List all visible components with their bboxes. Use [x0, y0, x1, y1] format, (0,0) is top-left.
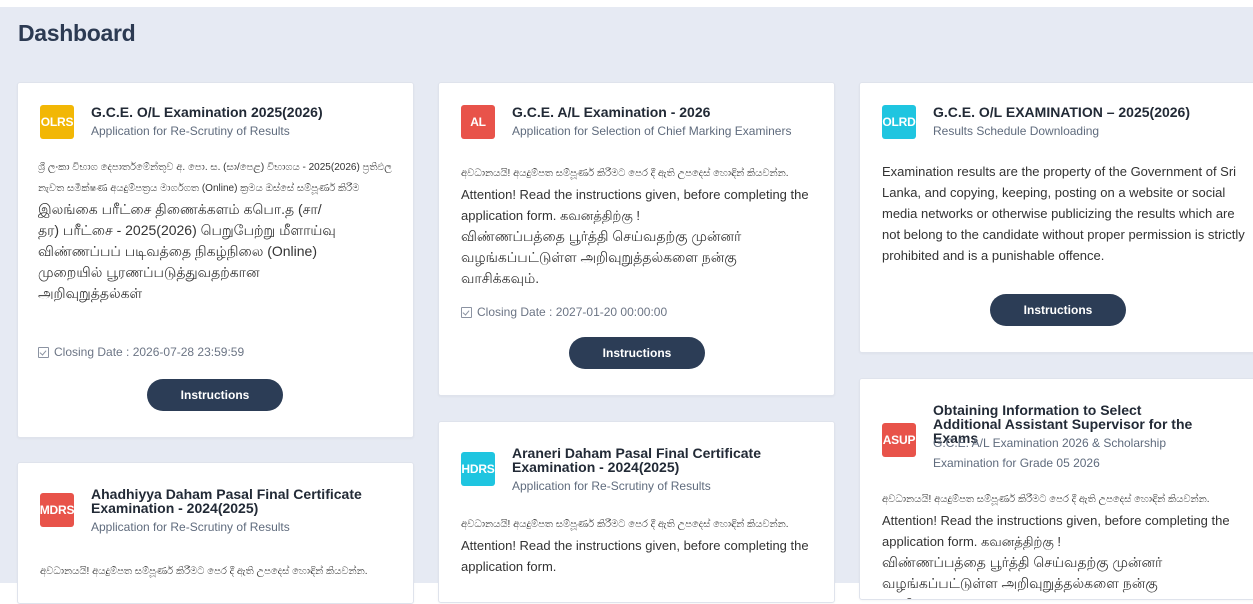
- card-title[interactable]: Araneri Daham Pasal Final Certificate Ex…: [512, 446, 802, 474]
- hdrs-badge: HDRS: [461, 452, 495, 486]
- card-description: ශ්‍රී ලංකා විභාග දෙපාර්තමේන්තුව අ. පො. ස…: [38, 157, 398, 304]
- closing-date: Closing Date : 2026-07-28 23:59:59: [38, 345, 244, 359]
- english-text: Attention! Read the instructions given, …: [882, 513, 1230, 549]
- olrs-badge: OLRS: [40, 105, 74, 139]
- tamil-text: விண்ணப்பத்தை பூர்த்தி செய்வதற்கு முன்னர்…: [461, 228, 742, 286]
- sinhala-text: අවධානයයි! අයදුම්පත සම්පූර්ණ කිරීමට පෙර ද…: [40, 566, 368, 577]
- card-title[interactable]: G.C.E. A/L Examination - 2026: [512, 105, 812, 119]
- sinhala-text: ශ්‍රී ලංකා විභාග දෙපාර්තමේන්තුව අ. පො. ස…: [38, 162, 392, 194]
- al-badge: AL: [461, 105, 495, 139]
- instructions-button[interactable]: Instructions: [147, 379, 283, 411]
- tamil-text: விண்ணப்பத்தை பூர்த்தி செய்வதற்கு முன்னர்…: [882, 554, 1163, 599]
- calendar-check-icon: [461, 306, 472, 318]
- card-subtitle: Application for Re-Scrutiny of Results: [512, 479, 711, 493]
- sinhala-text: අවධානයයි! අයදුම්පත සම්පූර්ණ කිරීමට පෙර ද…: [461, 519, 789, 530]
- tamil-text: இலங்கை பரீட்சை திணைக்களம் கபொ.த (சா/தர) …: [38, 201, 336, 301]
- asup-badge: ASUP: [882, 423, 916, 457]
- exam-card-olrs: OLRS G.C.E. O/L Examination 2025(2026) A…: [17, 82, 414, 438]
- english-text: Attention! Read the instructions given, …: [461, 538, 809, 574]
- sinhala-text: අවධානයයි! අයදුම්පත සම්පූර්ණ කිරීමට පෙර ද…: [461, 168, 789, 179]
- card-description: අවධානයයි! අයදුම්පත සම්පූර්ණ කිරීමට පෙර ද…: [882, 487, 1242, 599]
- card-subtitle: Application for Selection of Chief Marki…: [512, 124, 792, 138]
- card-title[interactable]: G.C.E. O/L Examination 2025(2026): [91, 105, 391, 119]
- closing-date: Closing Date : 2027-01-20 00:00:00: [461, 305, 667, 319]
- card-subtitle: Application for Re-Scrutiny of Results: [91, 124, 290, 138]
- instructions-button[interactable]: Instructions: [569, 337, 705, 369]
- instructions-button[interactable]: Instructions: [990, 294, 1126, 326]
- card-description: Examination results are the property of …: [882, 164, 1245, 263]
- page-title: Dashboard: [18, 20, 136, 46]
- calendar-check-icon: [38, 346, 49, 358]
- olrd-badge: OLRD: [882, 105, 916, 139]
- sinhala-text: අවධානයයි! අයදුම්පත සම්පූර්ණ කිරීමට පෙර ද…: [882, 494, 1210, 505]
- card-subtitle: Results Schedule Downloading: [933, 124, 1100, 138]
- exam-card-asup: ASUP Obtaining Information to Select Add…: [859, 378, 1253, 600]
- exam-card-olrd: OLRD G.C.E. O/L EXAMINATION – 2025(2026)…: [859, 82, 1253, 353]
- card-description: අවධානයයි! අයදුම්පත සම්පූර්ණ කිරීමට පෙර ද…: [40, 559, 395, 582]
- exam-card-hdrs: HDRS Araneri Daham Pasal Final Certifica…: [438, 421, 835, 603]
- card-description: අවධානයයි! අයදුම්පත සම්පූර්ණ කිරීමට පෙර ද…: [461, 161, 816, 289]
- mdrs-badge: MDRS: [40, 493, 74, 527]
- card-subtitle: G.C.E. A/L Examination 2026 & Scholarshi…: [933, 436, 1167, 470]
- card-description: අවධානයයි! අයදුම්පත සම්පූර්ණ කිරීමට පෙර ද…: [461, 514, 821, 577]
- closing-date-text: Closing Date : 2027-01-20 00:00:00: [477, 305, 668, 319]
- card-title[interactable]: G.C.E. O/L EXAMINATION – 2025(2026): [933, 105, 1233, 119]
- card-title[interactable]: Ahadhiyya Daham Pasal Final Certificate …: [91, 487, 381, 515]
- english-text: Attention! Read the instructions given, …: [461, 187, 809, 223]
- closing-date-text: Closing Date : 2026-07-28 23:59:59: [54, 345, 245, 359]
- exam-card-al: AL G.C.E. A/L Examination - 2026 Applica…: [438, 82, 835, 396]
- card-subtitle: Application for Re-Scrutiny of Results: [91, 520, 290, 534]
